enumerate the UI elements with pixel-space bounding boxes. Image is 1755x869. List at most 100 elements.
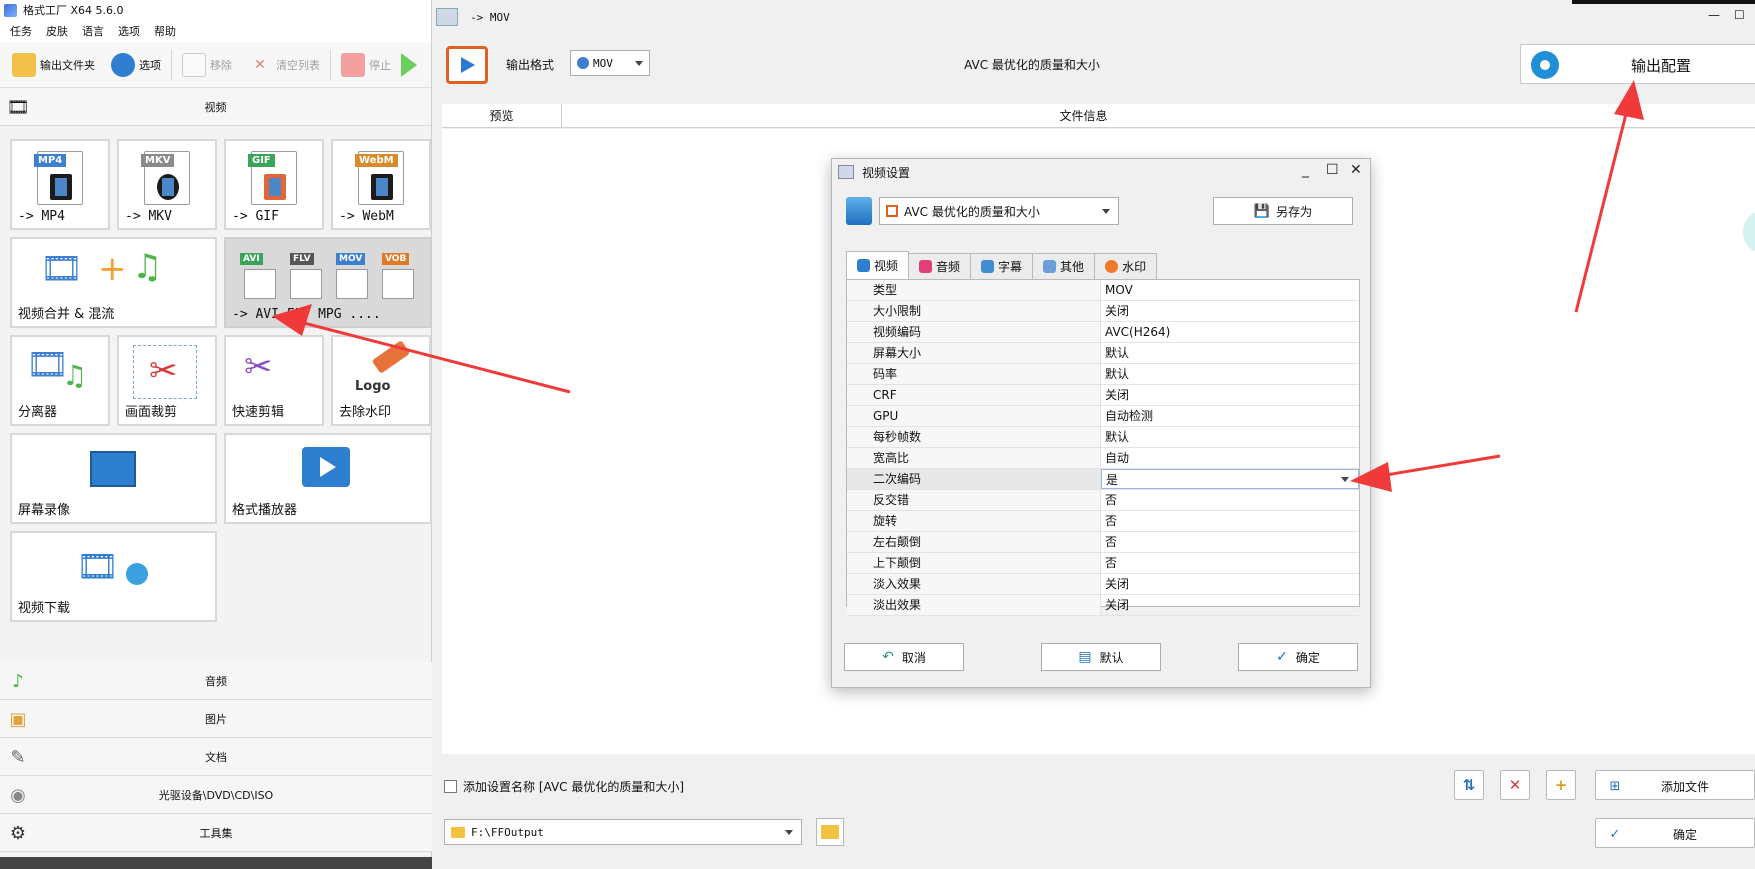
setting-row[interactable]: 屏幕大小 默认 [847, 343, 1359, 364]
tile-to-avi-flv-mpg[interactable]: AVI FLV MOV VOB -> AVI FLV MPG .... [224, 237, 432, 328]
folder-icon [821, 825, 839, 839]
webm-file-icon: WebM [355, 151, 404, 205]
cancel-label: 取消 [901, 650, 926, 665]
setting-row[interactable]: 淡出效果 关闭 [847, 595, 1359, 616]
maximize-icon[interactable]: ☐ [1734, 8, 1745, 22]
minimize-icon[interactable]: _ [1302, 162, 1309, 178]
setting-row[interactable]: 上下颠倒否 [847, 553, 1359, 574]
tile-to-gif[interactable]: GIF -> GIF [224, 139, 324, 230]
output-config-button[interactable]: 输出配置 [1520, 44, 1755, 84]
menu-task[interactable]: 任务 [10, 23, 32, 39]
category-image[interactable]: ▣ 图片 [0, 700, 432, 738]
tile-splitter[interactable]: 🎞 ♫ 分离器 [10, 335, 110, 426]
setting-row[interactable]: 左右颠倒否 [847, 532, 1359, 553]
setting-row[interactable]: 旋转否 [847, 511, 1359, 532]
tile-video-merge[interactable]: 🎞 + ♫ 视频合并 & 混流 [10, 237, 217, 328]
checkbox[interactable] [444, 780, 457, 793]
start-icon[interactable] [401, 52, 417, 77]
output-path-select[interactable]: F:\FFOutput [444, 819, 802, 845]
merge-film-icon: 🎞 [40, 249, 84, 289]
cancel-button[interactable]: ↶ 取消 [844, 643, 964, 671]
minimize-icon[interactable]: — [1708, 8, 1720, 22]
tab-other[interactable]: 其他 [1032, 253, 1096, 279]
download-film-icon: 🎞 [76, 547, 120, 587]
chevron-down-icon [1102, 209, 1110, 214]
add-file-button[interactable]: ⊞ 添加文件 [1595, 770, 1755, 800]
tab-subtitle[interactable]: 字幕 [970, 253, 1034, 279]
tab-video[interactable]: 视频 [846, 251, 910, 279]
chevron-down-icon [785, 830, 793, 835]
tile-label: -> MKV [125, 209, 172, 224]
tile-remove-watermark[interactable]: Logo 去除水印 [331, 335, 431, 426]
setting-row[interactable]: 每秒帧数 默认 [847, 427, 1359, 448]
add-folder-button[interactable]: + [1546, 770, 1576, 800]
output-format-select[interactable]: MOV [570, 50, 650, 76]
tile-label: 快速剪辑 [232, 405, 285, 420]
tile-to-webm[interactable]: WebM -> WebM [331, 139, 431, 230]
tile-screen-record[interactable]: 屏幕录像 [10, 433, 217, 524]
disc-icon: ◉ [10, 784, 26, 806]
remove-file-button[interactable]: ✕ [1500, 770, 1530, 800]
ok-button[interactable]: ✓ 确定 [1595, 818, 1755, 848]
setting-row[interactable]: 淡入效果 关闭 [847, 574, 1359, 595]
maximize-icon[interactable]: ☐ [1326, 162, 1339, 178]
watermark-tab-icon [1105, 260, 1119, 273]
tab-audio[interactable]: 音频 [908, 253, 972, 279]
output-format-label: 输出格式 [506, 58, 555, 72]
category-audio[interactable]: ♪ 音频 [0, 662, 432, 700]
add-setting-name-checkbox[interactable]: 添加设置名称 [AVC 最优化的质量和大小] [444, 778, 684, 795]
category-document[interactable]: ✎ 文档 [0, 738, 432, 776]
output-config-label: 输出配置 [1631, 57, 1692, 75]
browse-folder-button[interactable] [816, 818, 844, 846]
sort-button[interactable]: ⇅ [1454, 770, 1484, 800]
sort-icon: ⇅ [1462, 776, 1476, 794]
stop-button[interactable]: 停止 [335, 48, 397, 82]
tile-crop[interactable]: ✂ 画面裁剪 [117, 335, 217, 426]
menu-skin[interactable]: 皮肤 [46, 23, 68, 39]
default-button[interactable]: ▤ 默认 [1041, 643, 1161, 671]
window-edge [1572, 0, 1755, 4]
profile-select[interactable]: AVC 最优化的质量和大小 [879, 197, 1119, 225]
app-logo-icon [4, 3, 17, 17]
remove-icon [182, 52, 206, 77]
column-preview[interactable]: 预览 [442, 104, 562, 127]
dialog-ok-label: 确定 [1295, 650, 1320, 665]
setting-row[interactable]: 视频编码 AVC(H264) [847, 322, 1359, 343]
menu-options[interactable]: 选项 [118, 23, 140, 39]
save-as-button[interactable]: 💾 另存为 [1213, 197, 1353, 225]
menu-language[interactable]: 语言 [82, 23, 104, 39]
setting-row-two-pass-selected[interactable]: 二次编码是 [847, 469, 1359, 490]
column-file-info[interactable]: 文件信息 [562, 104, 1755, 127]
close-icon[interactable]: ✕ [1350, 162, 1362, 178]
setting-row[interactable]: 反交错否 [847, 490, 1359, 511]
reset-icon: ▤ [1078, 649, 1092, 665]
tile-to-mkv[interactable]: MKV -> MKV [117, 139, 217, 230]
clear-list-button[interactable]: ✕ 清空列表 [242, 48, 326, 82]
setting-row[interactable]: 类型 MOV [847, 280, 1359, 301]
setting-row[interactable]: CRF 关闭 [847, 385, 1359, 406]
dialog-ok-button[interactable]: ✓ 确定 [1238, 643, 1358, 671]
video-tool-grid: MP4 -> MP4 MKV -> MKV GIF -> GIF WebM ->… [10, 139, 432, 629]
tile-video-download[interactable]: 🎞 视频下载 [10, 531, 217, 622]
tile-to-mp4[interactable]: MP4 -> MP4 [10, 139, 110, 230]
category-tools[interactable]: ⚙ 工具集 [0, 814, 432, 852]
remove-button[interactable]: 移除 [176, 48, 238, 82]
tab-watermark[interactable]: 水印 [1094, 253, 1158, 279]
setting-row[interactable]: 宽高比 自动 [847, 448, 1359, 469]
setting-row[interactable]: GPU 自动检测 [847, 406, 1359, 427]
setting-row[interactable]: 大小限制 关闭 [847, 301, 1359, 322]
tile-quick-edit[interactable]: ✂ 快速剪辑 [224, 335, 324, 426]
category-video[interactable]: 🎞 视频 [0, 88, 431, 126]
setting-row[interactable]: 码率 默认 [847, 364, 1359, 385]
film-icon: 🎞 [6, 96, 30, 118]
category-disc[interactable]: ◉ 光驱设备\DVD\CD\ISO [0, 776, 432, 814]
output-folder-button[interactable]: 输出文件夹 [6, 48, 101, 82]
window-app-icon [436, 8, 458, 26]
chevron-down-icon[interactable] [1341, 477, 1349, 482]
menu-help[interactable]: 帮助 [154, 23, 176, 39]
options-button[interactable]: 选项 [105, 48, 167, 82]
default-label: 默认 [1099, 650, 1124, 665]
vob-tag: VOB [382, 253, 410, 265]
tile-player[interactable]: 格式播放器 [224, 433, 432, 524]
play-icon [320, 457, 336, 477]
